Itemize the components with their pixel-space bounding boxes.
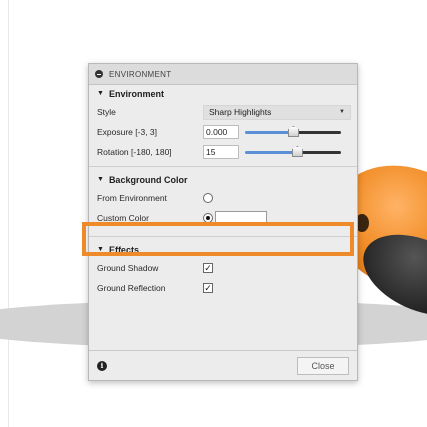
ground-shadow-row: Ground Shadow ✓ (89, 258, 357, 278)
section-title: Background Color (108, 174, 188, 185)
exposure-input[interactable]: 0.000 (203, 125, 239, 139)
ground-reflection-checkbox[interactable]: ✓ (203, 283, 213, 293)
environment-section-header[interactable]: ▼ Environment (89, 85, 357, 102)
custom-color-highlight-box (82, 222, 354, 256)
background-color-section-header[interactable]: ▼ Background Color (89, 171, 357, 188)
dialog-title-bar[interactable]: ENVIRONMENT (89, 64, 357, 85)
dialog-title: ENVIRONMENT (109, 69, 172, 79)
dropdown-caret-icon: ▼ (339, 109, 345, 115)
expand-triangle-icon: ▼ (97, 90, 104, 97)
ground-shadow-checkbox[interactable]: ✓ (203, 263, 213, 273)
slider-track-filled (245, 151, 297, 154)
ground-reflection-row: Ground Reflection ✓ (89, 278, 357, 298)
style-label: Style (97, 107, 116, 117)
style-row: Style Sharp Highlights ▼ (89, 102, 357, 122)
from-environment-row: From Environment (89, 188, 357, 208)
slider-track-empty (293, 131, 341, 134)
section-title: Environment (108, 88, 164, 99)
collapse-icon[interactable] (95, 70, 103, 78)
exposure-slider[interactable] (245, 125, 341, 139)
style-value: Sharp Highlights (209, 107, 272, 117)
info-icon[interactable]: i (97, 360, 107, 371)
viewport-edge (8, 0, 9, 427)
exposure-label: Exposure [-3, 3] (97, 127, 158, 137)
expand-triangle-icon: ▼ (97, 176, 104, 183)
exposure-row: Exposure [-3, 3] 0.000 (89, 122, 357, 142)
style-dropdown[interactable]: Sharp Highlights ▼ (203, 104, 351, 120)
slider-thumb[interactable] (291, 146, 303, 157)
close-button[interactable]: Close (297, 356, 349, 375)
from-environment-label: From Environment (97, 193, 167, 203)
ground-reflection-label: Ground Reflection (97, 283, 166, 293)
slider-track-filled (245, 131, 293, 134)
rotation-slider[interactable] (245, 145, 341, 159)
rotation-label: Rotation [-180, 180] (97, 147, 172, 157)
rotation-input[interactable]: 15 (203, 145, 239, 159)
rotation-row: Rotation [-180, 180] 15 (89, 142, 357, 162)
dialog-footer: i Close (89, 350, 357, 380)
section-divider (89, 166, 357, 167)
ground-shadow-label: Ground Shadow (97, 263, 159, 273)
slider-track-empty (296, 151, 341, 154)
slider-thumb[interactable] (288, 126, 299, 137)
from-environment-radio[interactable] (203, 193, 213, 203)
